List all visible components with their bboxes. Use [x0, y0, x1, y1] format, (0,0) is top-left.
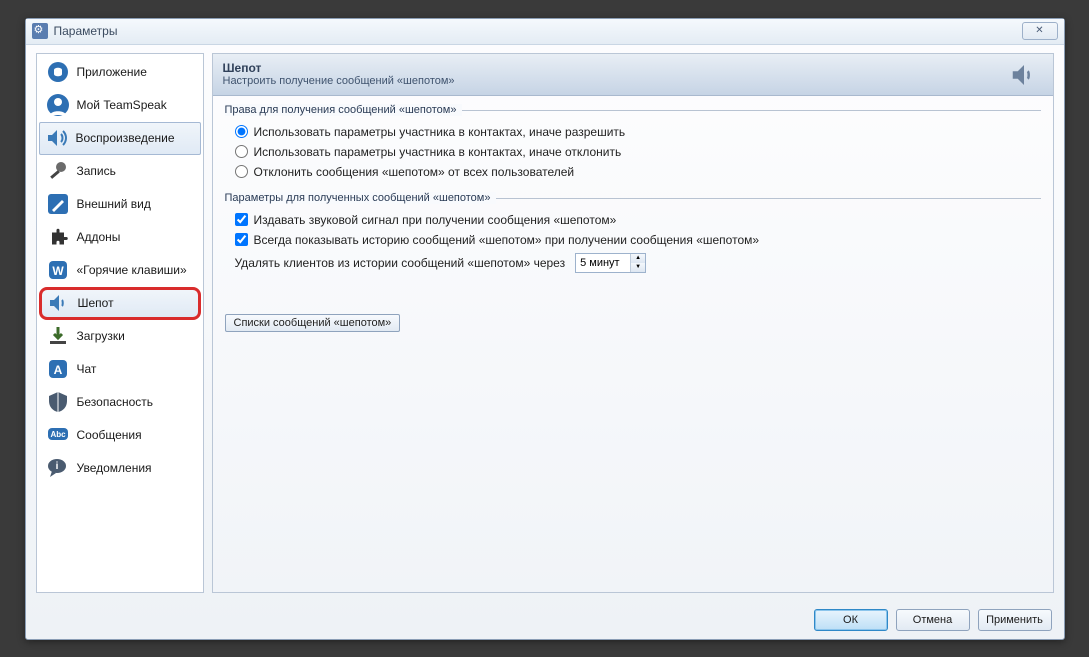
pencil-icon	[45, 191, 71, 217]
sidebar-item-label: Мой TeamSpeak	[77, 98, 167, 112]
sidebar-item-hotkeys[interactable]: W «Горячие клавиши»	[39, 254, 201, 287]
abc-icon: Abc	[45, 422, 71, 448]
clear-history-spinner[interactable]: ▲ ▼	[575, 253, 646, 273]
ok-button[interactable]: ОК	[814, 609, 888, 631]
sidebar-item-label: Уведомления	[77, 461, 152, 475]
sidebar-item-label: Шепот	[78, 296, 114, 310]
sidebar-item-label: Чат	[77, 362, 97, 376]
radio-label[interactable]: Использовать параметры участника в конта…	[254, 145, 622, 159]
download-icon	[45, 323, 71, 349]
sidebar-item-chat[interactable]: A Чат	[39, 353, 201, 386]
sidebar-item-messages[interactable]: Abc Сообщения	[39, 419, 201, 452]
sidebar-item-security[interactable]: Безопасность	[39, 386, 201, 419]
sidebar: Приложение Мой TeamSpeak Воспроизведение…	[36, 53, 204, 593]
dialog-footer: ОК Отмена Применить	[26, 601, 1064, 639]
checkbox-label[interactable]: Всегда показывать историю сообщений «шеп…	[254, 233, 760, 247]
radio-allow[interactable]	[235, 125, 248, 138]
radio-deny-all[interactable]	[235, 165, 248, 178]
chat-icon: A	[45, 356, 71, 382]
sidebar-item-downloads[interactable]: Загрузки	[39, 320, 201, 353]
page-description: Настроить получение сообщений «шепотом»	[223, 75, 455, 87]
sidebar-item-addons[interactable]: Аддоны	[39, 221, 201, 254]
clear-history-label: Удалять клиентов из истории сообщений «ш…	[235, 256, 566, 270]
sidebar-item-notifications[interactable]: i Уведомления	[39, 452, 201, 485]
svg-text:Abc: Abc	[50, 430, 66, 439]
radio-label[interactable]: Использовать параметры участника в конта…	[254, 125, 626, 139]
spinner-up-button[interactable]: ▲	[631, 254, 645, 263]
sidebar-item-application[interactable]: Приложение	[39, 56, 201, 89]
sidebar-item-capture[interactable]: Запись	[39, 155, 201, 188]
titlebar: Параметры ✕	[26, 19, 1064, 45]
sidebar-item-label: Аддоны	[77, 230, 121, 244]
header-whisper-icon	[1009, 60, 1039, 93]
sidebar-item-label: Воспроизведение	[76, 131, 175, 145]
checkbox-play-sound[interactable]	[235, 213, 248, 226]
sidebar-item-whisper[interactable]: Шепот	[39, 287, 201, 320]
group-legend: Параметры для полученных сообщений «шепо…	[225, 192, 1041, 204]
sidebar-item-playback[interactable]: Воспроизведение	[39, 122, 201, 155]
sidebar-item-label: Сообщения	[77, 428, 142, 442]
dialog-body: Приложение Мой TeamSpeak Воспроизведение…	[26, 45, 1064, 601]
shield-icon	[45, 389, 71, 415]
radio-label[interactable]: Отклонить сообщения «шепотом» от всех по…	[254, 165, 575, 179]
group-receive-params: Параметры для полученных сообщений «шепо…	[225, 192, 1041, 276]
checkbox-label[interactable]: Издавать звуковой сигнал при получении с…	[254, 213, 617, 227]
content-body: Права для получения сообщений «шепотом» …	[213, 96, 1053, 340]
sidebar-item-label: Безопасность	[77, 395, 154, 409]
app-settings-icon	[32, 23, 48, 39]
page-title: Шепот	[223, 61, 455, 75]
group-legend: Права для получения сообщений «шепотом»	[225, 104, 1041, 116]
sidebar-item-label: Внешний вид	[77, 197, 151, 211]
speaker-icon	[44, 125, 70, 151]
puzzle-icon	[45, 224, 71, 250]
user-icon	[45, 92, 71, 118]
cancel-button[interactable]: Отмена	[896, 609, 970, 631]
clear-history-value[interactable]	[576, 255, 630, 271]
sidebar-item-label: «Горячие клавиши»	[77, 263, 187, 277]
sidebar-item-label: Запись	[77, 164, 116, 178]
content-header: Шепот Настроить получение сообщений «шеп…	[213, 54, 1053, 96]
spinner-down-button[interactable]: ▼	[631, 263, 645, 272]
sidebar-item-label: Загрузки	[77, 329, 125, 343]
content-panel: Шепот Настроить получение сообщений «шеп…	[212, 53, 1054, 593]
svg-text:A: A	[53, 363, 62, 377]
settings-dialog: Параметры ✕ Приложение Мой TeamSpeak	[25, 18, 1065, 640]
sidebar-item-myteamspeak[interactable]: Мой TeamSpeak	[39, 89, 201, 122]
sidebar-item-label: Приложение	[77, 65, 147, 79]
notification-icon: i	[45, 455, 71, 481]
keyboard-icon: W	[45, 257, 71, 283]
close-button[interactable]: ✕	[1022, 22, 1058, 40]
checkbox-show-history[interactable]	[235, 233, 248, 246]
sidebar-item-appearance[interactable]: Внешний вид	[39, 188, 201, 221]
whisper-lists-button[interactable]: Списки сообщений «шепотом»	[225, 314, 401, 332]
apply-button[interactable]: Применить	[978, 609, 1052, 631]
group-receive-rights: Права для получения сообщений «шепотом» …	[225, 104, 1041, 182]
radio-deny[interactable]	[235, 145, 248, 158]
window-title: Параметры	[54, 24, 118, 38]
close-icon: ✕	[1035, 25, 1043, 36]
svg-text:i: i	[55, 461, 58, 472]
svg-text:W: W	[52, 264, 64, 278]
microphone-icon	[45, 158, 71, 184]
application-icon	[45, 59, 71, 85]
whisper-icon	[46, 290, 72, 316]
